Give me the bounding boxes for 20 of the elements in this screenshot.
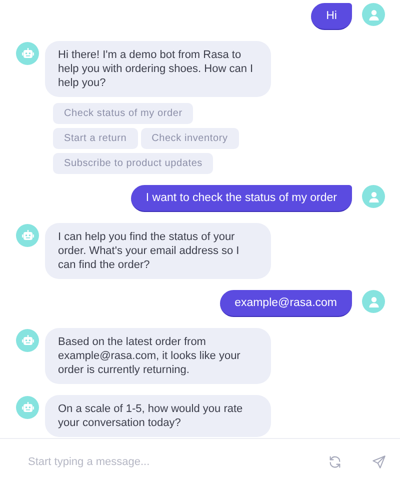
quick-reply-button[interactable]: Subscribe to product updates <box>53 153 214 174</box>
robot-icon <box>22 48 34 59</box>
user-icon <box>368 8 380 20</box>
robot-icon <box>22 402 34 413</box>
user-icon <box>368 296 380 308</box>
bot-message: Based on the latest order from example@rasa.com, it looks like your order is currently returning. <box>45 328 271 384</box>
refresh-icon[interactable] <box>328 455 342 469</box>
quick-reply-button[interactable]: Check inventory <box>140 128 239 149</box>
quick-reply-button[interactable]: Start a return <box>53 128 138 149</box>
robot-icon <box>22 230 34 241</box>
user-message: example@rasa.com <box>220 290 352 317</box>
bot-message: I can help you find the status of your order. What's your email address so I can find the order? <box>45 223 271 279</box>
user-message: I want to check the status of my order <box>130 185 352 212</box>
user-icon <box>368 190 380 202</box>
quick-reply-button[interactable]: Check status of my order <box>53 103 194 124</box>
bot-message: Hi there! I'm a demo bot from Rasa to help you with ordering shoes. How can I help you? <box>45 41 271 97</box>
send-icon[interactable] <box>372 455 386 469</box>
robot-icon <box>22 335 34 346</box>
bot-message: On a scale of 1-5, how would you rate your conversation today? <box>45 395 271 437</box>
user-message: Hi <box>311 3 352 30</box>
